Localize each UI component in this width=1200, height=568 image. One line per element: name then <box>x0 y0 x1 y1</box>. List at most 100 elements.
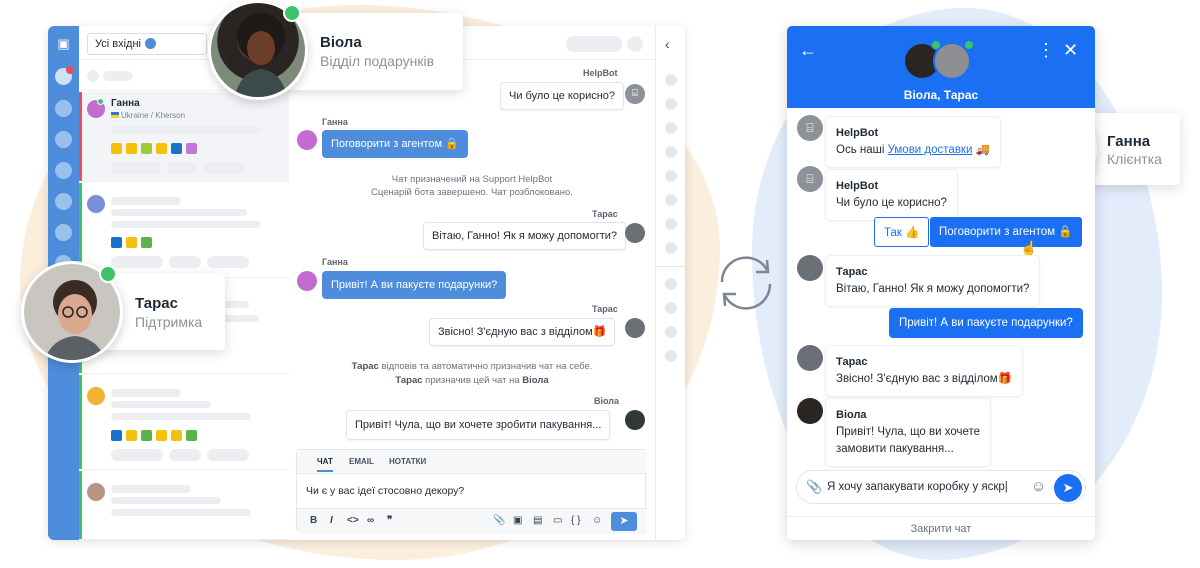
tab-notes[interactable]: НОТАТКИ <box>389 457 426 466</box>
quote-icon[interactable]: ❞ <box>387 515 392 526</box>
status-bar <box>79 471 82 539</box>
message-text: Ось наші <box>836 144 888 156</box>
message-bubble: Поговорити з агентом 🔒 <box>322 130 468 158</box>
sender-label: Тарас <box>592 304 618 314</box>
sender-name: Тарас <box>836 356 868 368</box>
talk-to-agent-button[interactable]: Поговорити з агентом 🔒 <box>930 217 1082 247</box>
message-input[interactable]: Я хочу запакувати коробку у яскр| <box>827 481 1008 493</box>
emoji-icon[interactable]: ☺ <box>592 515 602 526</box>
yes-button[interactable]: Так 👍 <box>874 217 930 247</box>
attachment-icon[interactable]: 📎 <box>806 479 822 495</box>
meta-pill <box>203 162 245 174</box>
visitor-message: Привіт! А ви пакуєте подарунки? <box>889 308 1083 338</box>
avatar <box>87 483 105 501</box>
filter-pill[interactable] <box>103 71 133 81</box>
widget-title: Віола, Тарас <box>903 88 979 102</box>
bold-icon[interactable]: B <box>310 515 317 526</box>
conversation-card[interactable] <box>79 375 289 470</box>
bot-avatar-icon: ⌸ <box>797 115 823 141</box>
sidebar-icon[interactable] <box>665 74 677 86</box>
chat-logo-icon[interactable]: ▣ <box>54 34 73 53</box>
chat-widget: ← ⋮ ✕ Віола, Тарас ⌸ HelpBot Ось наші Ум… <box>787 26 1095 540</box>
conversation-card[interactable] <box>79 471 289 540</box>
tag-chip <box>171 430 182 441</box>
tag-chip <box>111 430 122 441</box>
online-indicator <box>964 40 974 50</box>
agent-message: Віола Привіт! Чула, що ви хочете замовит… <box>825 398 992 467</box>
avatar <box>625 410 645 430</box>
italic-icon[interactable]: I <box>330 515 333 526</box>
more-menu-icon[interactable]: ⋮ <box>1037 40 1055 61</box>
tag-chip <box>141 237 152 248</box>
sidebar-icon[interactable] <box>665 302 677 314</box>
bot-avatar-icon: ⌸ <box>625 84 645 104</box>
variables-icon[interactable]: { } <box>571 515 580 526</box>
close-icon[interactable]: ✕ <box>1063 40 1078 61</box>
sender-name: Тарас <box>836 266 868 278</box>
meta-pill <box>111 162 161 174</box>
composer-tabs: ЧАТ EMAIL НОТАТКИ <box>297 450 647 474</box>
header-pill[interactable] <box>566 36 622 52</box>
composer-toolbar: B I <> ∞ ❞ 📎 ▣ ▤ ▭ { } ☺ ➤ <box>297 508 647 534</box>
message-composer: ЧАТ EMAIL НОТАТКИ Чи є у вас ідеї стосов… <box>296 449 647 534</box>
image-icon[interactable]: ▣ <box>513 515 522 526</box>
link-icon[interactable]: ∞ <box>367 515 374 526</box>
sidebar-icon[interactable] <box>665 194 677 206</box>
preview-line <box>111 413 251 420</box>
tab-email[interactable]: EMAIL <box>349 457 374 466</box>
sender-label: Віола <box>594 396 619 406</box>
attachment-icon[interactable]: 📎 <box>493 515 505 526</box>
tag-chip <box>141 143 152 154</box>
nav-item-icon[interactable] <box>55 100 72 117</box>
tag-chip <box>111 237 122 248</box>
sender-name: HelpBot <box>836 180 879 192</box>
knowledge-base-icon[interactable]: ▤ <box>533 515 542 526</box>
nav-item-icon[interactable] <box>55 162 72 179</box>
header-icon[interactable] <box>627 36 643 52</box>
code-icon[interactable]: <> <box>347 515 359 526</box>
sidebar-icon[interactable] <box>665 350 677 362</box>
send-button[interactable]: ➤ <box>1054 474 1082 502</box>
sidebar-icon[interactable] <box>665 242 677 254</box>
composer-input[interactable]: Чи є у вас ідеї стосовно декору? <box>306 485 464 497</box>
close-chat-button[interactable]: Закрити чат <box>787 516 1095 540</box>
nav-item-icon[interactable] <box>55 131 72 148</box>
avatar <box>297 271 317 291</box>
profile-name: Тарас <box>135 295 178 312</box>
sidebar-icon[interactable] <box>665 98 677 110</box>
sender-name: HelpBot <box>836 127 879 139</box>
status-bar <box>79 375 82 469</box>
truck-emoji: 🚚 <box>972 144 990 156</box>
preview-line <box>111 485 191 493</box>
sidebar-icon[interactable] <box>665 146 677 158</box>
system-agent-name: Тарас <box>351 361 379 372</box>
sidebar-icon[interactable] <box>665 326 677 338</box>
profile-name: Ганна <box>1107 133 1151 150</box>
conversation-card[interactable] <box>79 183 289 278</box>
emoji-icon[interactable]: ☺ <box>1031 478 1046 495</box>
chevron-left-icon[interactable]: ‹ <box>665 36 670 52</box>
sidebar-icon[interactable] <box>665 278 677 290</box>
conversation-card[interactable]: Ганна Ukraine / Kherson <box>79 92 289 182</box>
tag-chip <box>186 430 197 441</box>
message-text: Вітаю, Ганно! Як я можу допомогти? <box>836 283 1030 295</box>
sidebar-icon[interactable] <box>665 122 677 134</box>
back-arrow-icon[interactable]: ← <box>799 40 817 61</box>
message-text: Звісно! З'єдную вас з відділом🎁 <box>836 373 1013 385</box>
meta-pill <box>111 256 163 268</box>
message-text: замовити пакування... <box>836 443 954 455</box>
delivery-terms-link[interactable]: Умови доставки <box>888 144 973 156</box>
sidebar-icon[interactable] <box>665 218 677 230</box>
sidebar-icon[interactable] <box>665 170 677 182</box>
inbox-select[interactable]: Усі вхідні <box>87 33 207 55</box>
canned-response-icon[interactable]: ▭ <box>553 515 562 526</box>
conversation-location: Ukraine / Kherson <box>111 111 185 120</box>
nav-item-icon[interactable] <box>55 193 72 210</box>
nav-item-icon[interactable] <box>55 224 72 241</box>
send-button[interactable]: ➤ <box>611 512 637 531</box>
filter-icon[interactable] <box>87 70 99 82</box>
conversation-name: Ганна <box>111 98 140 109</box>
system-message: Сценарій бота завершено. Чат розблокован… <box>371 187 573 198</box>
tab-chat[interactable]: ЧАТ <box>317 457 333 472</box>
preview-line <box>111 197 181 205</box>
